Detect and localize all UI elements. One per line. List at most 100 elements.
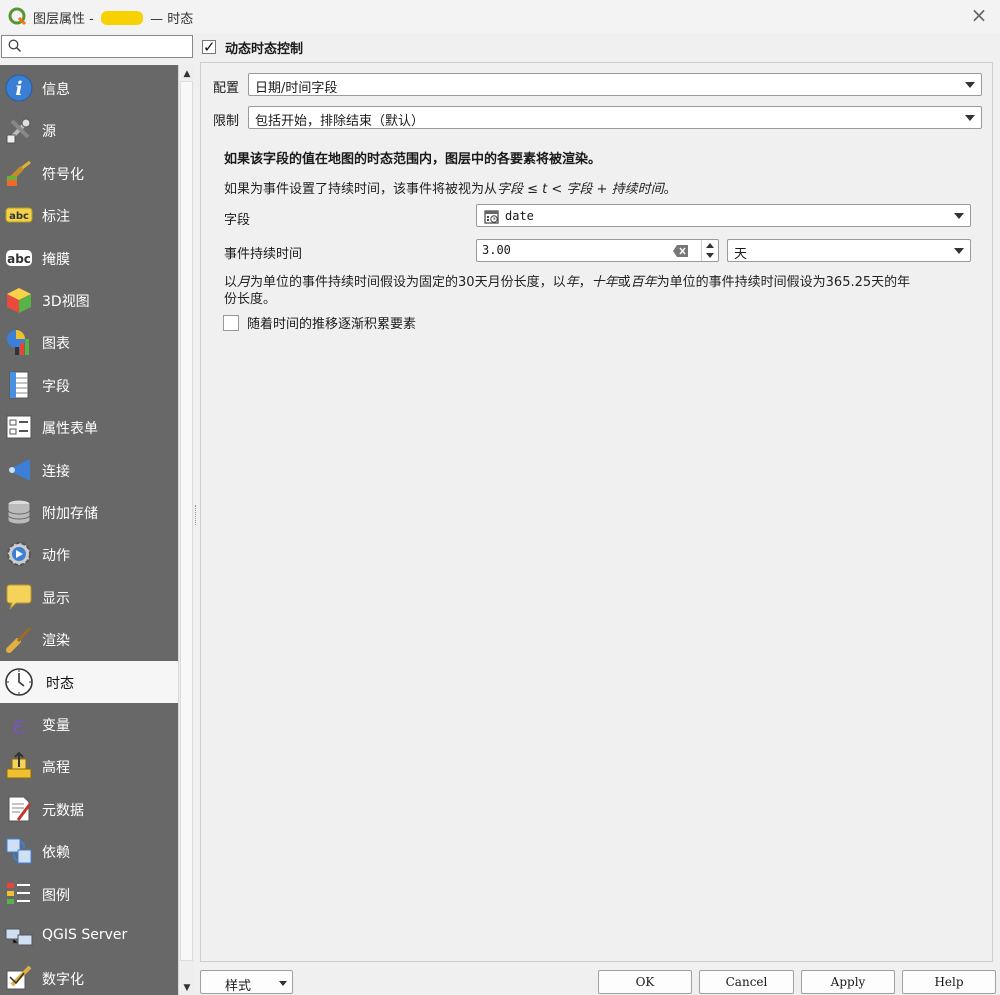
sidebar-item-label: 连接: [42, 463, 70, 480]
sidebar-item-label: 属性表单: [42, 421, 98, 438]
clear-icon[interactable]: [673, 245, 689, 257]
cancel-button[interactable]: Cancel: [699, 970, 794, 994]
ok-button[interactable]: OK: [598, 970, 692, 994]
scroll-up-icon[interactable]: ▲: [182, 69, 192, 79]
sidebar-item-label: 附加存储: [42, 506, 98, 522]
sidebar-item-label: 高程: [42, 760, 70, 777]
splitter-handle[interactable]: [195, 505, 198, 525]
config-combobox[interactable]: 日期/时间字段: [248, 73, 982, 96]
temporal-settings-panel: [200, 62, 993, 962]
search-icon: [8, 39, 22, 53]
chevron-down-icon: [965, 82, 975, 88]
source-tools-icon: [6, 118, 31, 144]
sidebar-item-label: 信息: [42, 82, 70, 98]
rendering-brush-icon: [6, 627, 32, 654]
svg-text:abc: abc: [9, 211, 29, 222]
sidebar-item-label: 时态: [46, 675, 74, 692]
limits-value: 包括开始，排除结束（默认）: [255, 114, 425, 129]
qgis-server-icon: [5, 928, 33, 946]
limits-combobox[interactable]: 包括开始，排除结束（默认）: [248, 106, 982, 129]
sidebar-item-3[interactable]: abc 标注: [0, 194, 178, 236]
sidebar-item-label: 字段: [42, 378, 70, 395]
dependencies-icon: [6, 838, 32, 864]
sidebar-item-21[interactable]: 数字化: [0, 957, 178, 995]
database-storage-icon: [7, 499, 31, 525]
step-down-icon[interactable]: [706, 253, 714, 258]
step-up-icon[interactable]: [706, 243, 714, 248]
chevron-down-icon: [279, 981, 287, 986]
elevation-icon: [6, 751, 32, 779]
sidebar-item-4[interactable]: abc 掩膜: [0, 237, 178, 279]
sidebar-item-9[interactable]: 连接: [0, 449, 178, 491]
sidebar-item-label: 标注: [42, 209, 70, 226]
sidebar-item-label: 符号化: [42, 166, 84, 183]
scroll-thumb[interactable]: [180, 81, 193, 961]
duration-unit-value: 天: [734, 247, 748, 262]
apply-button[interactable]: Apply: [801, 970, 895, 994]
chevron-down-icon: [954, 213, 964, 219]
limits-label: 限制: [213, 114, 240, 129]
config-value: 日期/时间字段: [255, 81, 338, 96]
sidebar-item-14[interactable]: 时态: [0, 660, 178, 703]
dynamic-temporal-checkbox[interactable]: [202, 38, 216, 56]
sidebar-item-17[interactable]: 元数据: [0, 788, 178, 830]
sidebar-item-8[interactable]: 属性表单: [0, 406, 178, 448]
sidebar-item-13[interactable]: 渲染: [0, 618, 178, 660]
accumulate-toggle[interactable]: 随着时间的推移逐渐积累要素: [223, 313, 416, 332]
clock-icon: [5, 667, 33, 696]
sidebar-scrollbar[interactable]: ▲ ▼: [178, 65, 194, 995]
redacted-layer-name: [100, 11, 143, 25]
sidebar-item-label: 数字化: [42, 972, 84, 989]
digitizing-icon: [6, 965, 32, 990]
sidebar-item-label: 源: [42, 124, 56, 141]
sidebar-item-5[interactable]: 3D视图: [0, 279, 178, 321]
sidebar-item-15[interactable]: ε 变量: [0, 703, 178, 745]
sidebar-item-7[interactable]: 字段: [0, 364, 178, 406]
sidebar-item-12[interactable]: 显示: [0, 576, 178, 618]
sidebar-item-0[interactable]: i 信息: [0, 67, 178, 109]
field-value: date: [505, 209, 534, 223]
help-button[interactable]: Help: [902, 970, 996, 994]
sidebar-item-label: 3D视图: [42, 294, 90, 310]
sidebar-item-6[interactable]: 图表: [0, 321, 178, 363]
svg-text:i: i: [15, 78, 22, 100]
window-title: 图层属性 - — 时态: [33, 11, 194, 27]
sidebar-item-10[interactable]: 附加存储: [0, 491, 178, 533]
sidebar-item-11[interactable]: 动作: [0, 533, 178, 575]
config-label: 配置: [213, 81, 240, 96]
3d-cube-icon: [7, 288, 31, 313]
duration-spinbox[interactable]: 3.00: [476, 239, 719, 262]
duration-value: 3.00: [482, 243, 511, 257]
field-combobox[interactable]: date: [476, 204, 971, 227]
duration-stepper[interactable]: [701, 240, 718, 261]
sidebar-item-label: 图例: [42, 887, 70, 904]
sidebar-item-16[interactable]: 高程: [0, 745, 178, 787]
sidebar-item-label: 依赖: [42, 845, 70, 862]
scroll-down-icon[interactable]: ▼: [182, 983, 192, 993]
sidebar-item-18[interactable]: 依赖: [0, 830, 178, 872]
style-menu-button[interactable]: 样式: [200, 970, 293, 994]
sidebar: i 信息源符号化 abc 标注 abc 掩膜 3D视图图表字段属性表单连接附加存储动作显示渲…: [0, 65, 178, 995]
sidebar-item-19[interactable]: 图例: [0, 873, 178, 915]
accumulate-label: 随着时间的推移逐渐积累要素: [247, 317, 417, 332]
dynamic-temporal-label: 动态时态控制: [225, 41, 304, 57]
sidebar-item-20[interactable]: QGIS Server: [0, 915, 178, 957]
qgis-logo-icon: [8, 7, 27, 26]
sidebar-item-label: 掩膜: [42, 251, 70, 268]
sidebar-item-2[interactable]: 符号化: [0, 152, 178, 194]
sidebar-item-label: 动作: [42, 548, 70, 565]
fields-icon: [9, 371, 29, 399]
sidebar-item-1[interactable]: 源: [0, 109, 178, 151]
unit-assumption-note-line2: 份长度。: [224, 292, 277, 307]
abc-mask-icon: abc: [6, 249, 32, 266]
duration-unit-combobox[interactable]: 天: [727, 239, 971, 262]
search-input[interactable]: [1, 35, 193, 58]
title-bar: 图层属性 - — 时态 ×: [0, 0, 1000, 33]
display-speech-icon: [6, 584, 32, 610]
chevron-down-icon: [954, 248, 964, 254]
svg-text:abc: abc: [7, 252, 31, 266]
paintbrush-symbology-icon: [6, 160, 31, 186]
dynamic-temporal-toggle[interactable]: 动态时态控制: [202, 38, 304, 57]
accumulate-checkbox[interactable]: [223, 314, 239, 331]
close-icon[interactable]: ×: [970, 5, 988, 25]
